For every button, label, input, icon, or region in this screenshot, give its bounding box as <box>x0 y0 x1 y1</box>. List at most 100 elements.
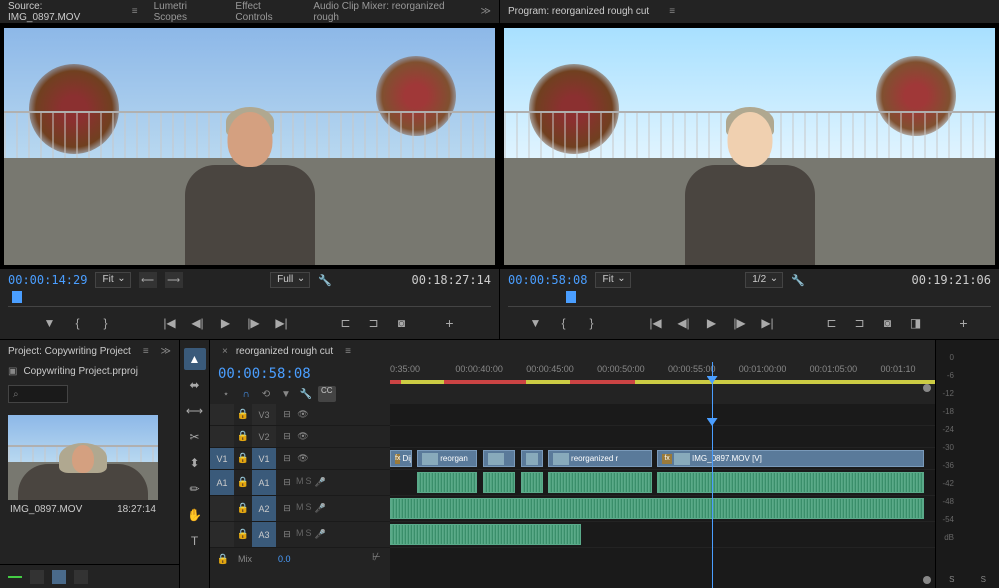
a3-mute-btn[interactable]: M <box>296 528 304 542</box>
source-tab[interactable]: Source: IMG_0897.MOV <box>8 0 112 27</box>
settings-icon[interactable]: 🔧 <box>298 386 314 402</box>
lumetri-tab[interactable]: Lumetri Scopes <box>154 0 220 27</box>
a1-solo-btn[interactable]: S <box>306 476 312 490</box>
prog-goto-out-btn[interactable]: ▶| <box>757 312 779 334</box>
v1-sync-btn[interactable]: ⊟ <box>280 452 294 466</box>
audio-clip-a3[interactable] <box>390 524 581 545</box>
a2-mic-icon[interactable]: 🎤 <box>314 502 328 516</box>
program-ruler[interactable] <box>500 291 999 307</box>
work-area-end[interactable] <box>923 384 931 392</box>
a3-lock-icon[interactable]: 🔒 <box>234 522 252 547</box>
program-video[interactable] <box>500 24 999 269</box>
source-out-btn[interactable]: ⟶ <box>165 272 183 288</box>
a3-src-patch[interactable] <box>210 522 234 547</box>
step-back-btn[interactable]: ◀| <box>187 312 209 334</box>
sequence-tab[interactable]: reorganized rough cut <box>236 342 333 361</box>
source-wrench-icon[interactable]: 🔧 <box>318 274 332 287</box>
audio-clip-2[interactable] <box>483 472 516 493</box>
prog-mark-out-btn[interactable]: } <box>581 312 603 334</box>
timeline-timecode[interactable]: 00:00:58:08 <box>218 366 382 382</box>
a3-mic-icon[interactable]: 🎤 <box>314 528 328 542</box>
source-playhead[interactable] <box>12 291 22 303</box>
razor-tool[interactable]: ✂ <box>184 426 206 448</box>
program-add-btn[interactable]: + <box>953 312 975 334</box>
v3-name[interactable]: V3 <box>252 404 276 425</box>
freeform-view-btn[interactable] <box>74 570 88 584</box>
a1-mute-btn[interactable]: M <box>296 476 304 490</box>
a2-src-patch[interactable] <box>210 496 234 521</box>
source-resolution-select[interactable]: Full <box>270 272 310 288</box>
a2-lock-icon[interactable]: 🔒 <box>234 496 252 521</box>
source-expand-icon[interactable]: ≫ <box>481 6 491 17</box>
program-timecode-left[interactable]: 00:00:58:08 <box>508 273 587 287</box>
prog-play-btn[interactable]: ▶ <box>701 312 723 334</box>
icon-view-btn[interactable] <box>52 570 66 584</box>
source-timecode-left[interactable]: 00:00:14:29 <box>8 273 87 287</box>
program-playhead[interactable] <box>566 291 576 303</box>
mix-value[interactable]: 0.0 <box>278 554 291 564</box>
v3-row[interactable] <box>390 404 935 426</box>
clip-reorgan[interactable]: reorgan <box>417 450 477 467</box>
source-ruler[interactable] <box>0 291 499 307</box>
goto-in-btn[interactable]: |◀ <box>159 312 181 334</box>
v2-row[interactable] <box>390 426 935 448</box>
project-menu-icon[interactable]: ≡ <box>143 346 149 357</box>
program-tab-menu-icon[interactable]: ≡ <box>669 6 675 17</box>
pen-tool[interactable]: ✏ <box>184 478 206 500</box>
a1-sync-btn[interactable]: ⊟ <box>280 476 294 490</box>
source-add-btn[interactable]: + <box>439 312 461 334</box>
v1-src-patch[interactable]: V1 <box>210 448 234 469</box>
source-fit-select[interactable]: Fit <box>95 272 130 288</box>
timeline-end-handle[interactable] <box>923 576 931 584</box>
prog-goto-in-btn[interactable]: |◀ <box>645 312 667 334</box>
prog-step-back-btn[interactable]: ◀| <box>673 312 695 334</box>
audio-clip-1[interactable] <box>417 472 477 493</box>
a2-solo-btn[interactable]: S <box>306 502 312 516</box>
marker-toggle[interactable]: ▼ <box>278 386 294 402</box>
linked-selection[interactable]: ⟲ <box>258 386 274 402</box>
ripple-tool[interactable]: ⟷ <box>184 400 206 422</box>
v2-sync-btn[interactable]: ⊟ <box>280 430 294 444</box>
list-view-btn[interactable] <box>30 570 44 584</box>
a1-mic-icon[interactable]: 🎤 <box>314 476 328 490</box>
hand-tool[interactable]: ✋ <box>184 504 206 526</box>
v1-row[interactable]: fxDij reorgan reorganized r fxIMG_0897.M… <box>390 448 935 470</box>
lift-btn[interactable]: ⊏ <box>821 312 843 334</box>
cc-badge[interactable]: CC <box>318 386 336 402</box>
a3-sync-btn[interactable]: ⊟ <box>280 528 294 542</box>
a2-name[interactable]: A2 <box>252 496 276 521</box>
prog-step-fwd-btn[interactable]: |▶ <box>729 312 751 334</box>
effect-controls-tab[interactable]: Effect Controls <box>235 0 297 27</box>
audio-clip-a2[interactable] <box>390 498 924 519</box>
source-video[interactable] <box>0 24 499 269</box>
audio-mixer-tab[interactable]: Audio Clip Mixer: reorganized rough <box>313 0 464 27</box>
a1-name[interactable]: A1 <box>252 470 276 495</box>
project-expand-icon[interactable]: ≫ <box>161 346 171 357</box>
a3-row[interactable] <box>390 522 935 548</box>
step-fwd-btn[interactable]: |▶ <box>243 312 265 334</box>
type-tool[interactable]: T <box>184 530 206 552</box>
selection-tool[interactable]: ▲ <box>184 348 206 370</box>
program-resolution-select[interactable]: 1/2 <box>745 272 783 288</box>
v3-eye-btn[interactable]: 👁 <box>296 408 310 422</box>
extract-btn[interactable]: ⊐ <box>849 312 871 334</box>
clip-thumbnail[interactable]: IMG_0897.MOV 18:27:14 <box>8 415 158 519</box>
v3-src-patch[interactable] <box>210 404 234 425</box>
timeline-close-icon[interactable]: × <box>222 346 228 357</box>
meter-solo-r[interactable]: S <box>981 575 986 584</box>
insert-btn[interactable]: ⊏ <box>335 312 357 334</box>
program-tab[interactable]: Program: reorganized rough cut <box>508 2 649 21</box>
a2-mute-btn[interactable]: M <box>296 502 304 516</box>
track-playhead[interactable] <box>712 404 713 588</box>
snap-toggle[interactable]: ⋆ <box>218 386 234 402</box>
v2-eye-btn[interactable]: 👁 <box>296 430 310 444</box>
program-fit-select[interactable]: Fit <box>595 272 630 288</box>
v2-src-patch[interactable] <box>210 426 234 447</box>
export-frame-btn[interactable]: ◙ <box>391 312 413 334</box>
overwrite-btn[interactable]: ⊐ <box>363 312 385 334</box>
play-btn[interactable]: ▶ <box>215 312 237 334</box>
v3-lock-icon[interactable]: 🔒 <box>234 404 252 425</box>
a2-row[interactable] <box>390 496 935 522</box>
clip-reorganized-r[interactable]: reorganized r <box>548 450 652 467</box>
source-tab-menu-icon[interactable]: ≡ <box>132 6 138 17</box>
